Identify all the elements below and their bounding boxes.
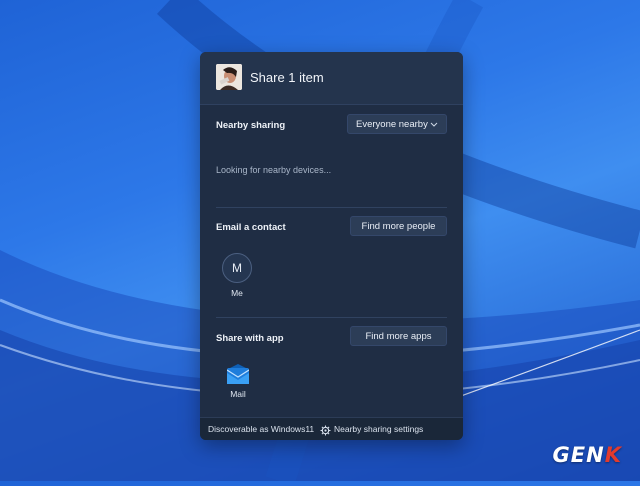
chevron-down-icon bbox=[430, 120, 438, 131]
section-divider bbox=[216, 317, 447, 318]
shared-item-thumbnail bbox=[216, 64, 242, 90]
mail-icon[interactable] bbox=[226, 364, 250, 384]
share-header: Share 1 item bbox=[200, 52, 463, 105]
find-more-people-button[interactable]: Find more people bbox=[350, 216, 447, 236]
app-name-mail: Mail bbox=[230, 389, 246, 399]
genk-watermark-logo: GENK bbox=[553, 443, 622, 467]
share-dialog: Share 1 item Nearby sharing Everyone nea… bbox=[200, 52, 463, 440]
nearby-sharing-label: Nearby sharing bbox=[216, 120, 286, 131]
logo-text: GEN bbox=[552, 443, 605, 467]
email-contact-label: Email a contact bbox=[216, 222, 286, 233]
gear-icon[interactable] bbox=[320, 423, 331, 436]
nearby-sharing-dropdown[interactable]: Everyone nearby bbox=[347, 114, 447, 134]
dialog-title: Share 1 item bbox=[250, 70, 324, 85]
contact-avatar[interactable]: M bbox=[222, 253, 252, 283]
discoverable-status: Discoverable as Windows11 bbox=[208, 424, 315, 434]
nearby-sharing-settings-link[interactable]: Nearby sharing settings bbox=[334, 424, 423, 434]
avatar-initial: M bbox=[232, 261, 242, 275]
share-with-app-label: Share with app bbox=[216, 333, 284, 344]
section-divider bbox=[216, 207, 447, 208]
logo-accent: K bbox=[604, 443, 622, 467]
nearby-dropdown-value: Everyone nearby bbox=[356, 118, 428, 130]
contact-name: Me bbox=[231, 288, 243, 298]
nearby-status-text: Looking for nearby devices... bbox=[216, 165, 332, 175]
find-more-apps-button[interactable]: Find more apps bbox=[350, 326, 447, 346]
dialog-footer: Discoverable as Windows11 Nearby sharing… bbox=[200, 417, 463, 440]
